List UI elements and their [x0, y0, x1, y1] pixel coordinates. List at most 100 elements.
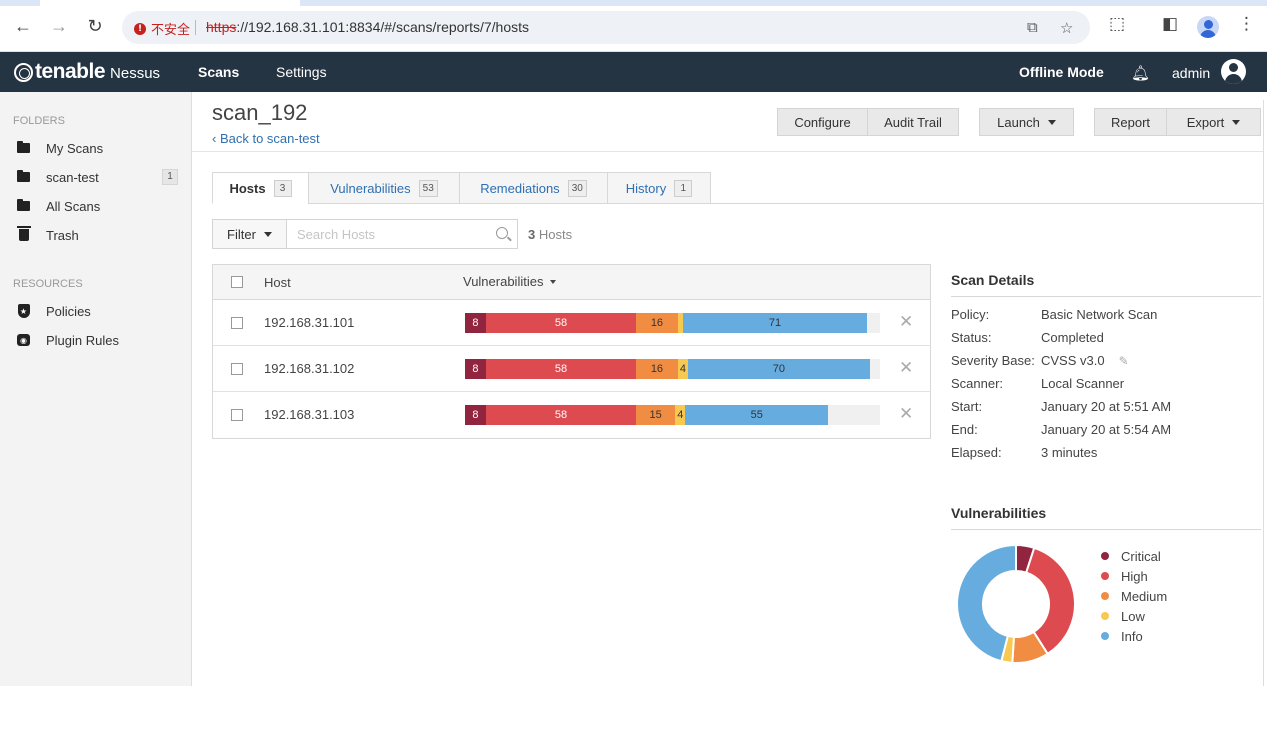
detail-key: Start: [951, 399, 983, 414]
filter-dropdown[interactable]: Filter [212, 219, 287, 249]
main-content: scan_192 ‹ Back to scan-test Configure A… [192, 92, 1267, 686]
detail-value: Completed [1041, 330, 1104, 345]
legend-item-low: Low [1101, 606, 1167, 626]
edit-pencil-icon[interactable]: ✎ [1119, 354, 1129, 368]
legend-swatch [1101, 632, 1109, 640]
info-segment[interactable]: 71 [682, 313, 868, 333]
resources-heading: RESOURCES [13, 278, 83, 290]
detail-key: Elapsed: [951, 445, 1002, 460]
detail-row: End: January 20 at 5:54 AM [951, 418, 1261, 441]
medium-segment[interactable]: 16 [636, 313, 678, 333]
sidebar-item-plugin-rules[interactable]: ◉ Plugin Rules [17, 329, 182, 351]
host-count: 3 Hosts [528, 227, 573, 242]
remove-host-icon[interactable]: ✕ [899, 358, 913, 378]
detail-row: Severity Base: CVSS v3.0 ✎ [951, 349, 1261, 372]
side-panel-icon[interactable]: ◧ [1162, 14, 1178, 34]
medium-segment[interactable]: 16 [636, 359, 678, 379]
audit-trail-button[interactable]: Audit Trail [867, 108, 959, 136]
sidebar-item-policies[interactable]: ★ Policies [17, 300, 182, 322]
configure-button[interactable]: Configure [777, 108, 868, 136]
nav-settings[interactable]: Settings [276, 64, 327, 80]
table-row[interactable]: 192.168.31.103 8 58 15 4 55 ✕ [213, 392, 930, 438]
vulnerability-bar[interactable]: 8 58 15 4 55 [465, 405, 880, 425]
warning-icon: ! [134, 22, 146, 35]
sidebar-item-scan-test[interactable]: scan-test 1 [17, 166, 182, 188]
high-segment[interactable]: 58 [485, 405, 637, 425]
legend-swatch [1101, 612, 1109, 620]
translate-icon[interactable]: ⧉ [1027, 19, 1038, 36]
user-name[interactable]: admin [1172, 65, 1210, 81]
info-segment[interactable]: 70 [688, 359, 870, 379]
detail-row: Scanner: Local Scanner [951, 372, 1261, 395]
sidebar-item-my-scans[interactable]: My Scans [17, 137, 182, 159]
profile-avatar-icon[interactable] [1197, 16, 1219, 38]
app-header: tenable Nessus Scans Settings Offline Mo… [0, 52, 1267, 92]
vulnerability-bar[interactable]: 8 58 16 71 [465, 313, 880, 333]
legend-swatch [1101, 572, 1109, 580]
back-link[interactable]: ‹ Back to scan-test [212, 131, 320, 146]
tab-hosts[interactable]: Hosts 3 [212, 172, 309, 204]
row-checkbox[interactable] [231, 317, 243, 329]
low-segment[interactable]: 4 [677, 359, 689, 379]
notifications-bell-icon[interactable]: 🔔︎ [1131, 64, 1150, 82]
info-segment[interactable]: 55 [685, 405, 829, 425]
scan-details: Scan Details Policy: Basic Network Scan St… [951, 264, 1261, 464]
detail-key: Policy: [951, 307, 990, 322]
nav-scans[interactable]: Scans [198, 64, 239, 80]
tenable-logo[interactable]: tenable Nessus [14, 60, 160, 84]
remove-host-icon[interactable]: ✕ [899, 312, 913, 332]
sort-caret-icon [550, 279, 557, 284]
host-ip[interactable]: 192.168.31.101 [264, 315, 354, 330]
report-button[interactable]: Report [1094, 108, 1167, 136]
host-ip[interactable]: 192.168.31.102 [264, 361, 354, 376]
url-text[interactable]: https://192.168.31.101:8834/#/scans/repo… [206, 19, 529, 35]
folder-icon [17, 141, 30, 155]
legend-item-medium: Medium [1101, 586, 1167, 606]
critical-segment[interactable]: 8 [465, 313, 486, 333]
tab-vulnerabilities[interactable]: Vulnerabilities 53 [308, 172, 460, 204]
row-checkbox[interactable] [231, 409, 243, 421]
high-segment[interactable]: 58 [485, 313, 637, 333]
address-bar[interactable]: ! 不安全 https://192.168.31.101:8834/#/scan… [122, 11, 1090, 44]
detail-value: January 20 at 5:51 AM [1041, 399, 1172, 414]
legend-item-info: Info [1101, 626, 1167, 646]
column-host[interactable]: Host [264, 275, 291, 290]
back-arrow-icon[interactable]: ← [11, 14, 35, 38]
extensions-icon[interactable]: ⬚ [1109, 14, 1125, 34]
forward-arrow-icon[interactable]: → [47, 14, 71, 38]
critical-segment[interactable]: 8 [465, 405, 486, 425]
detail-value: January 20 at 5:54 AM [1041, 422, 1172, 437]
export-button[interactable]: Export [1166, 108, 1261, 136]
medium-segment[interactable]: 15 [636, 405, 676, 425]
folder-count-badge: 1 [162, 169, 178, 185]
host-ip[interactable]: 192.168.31.103 [264, 407, 354, 422]
menu-kebab-icon[interactable]: ⋮ [1238, 14, 1255, 34]
search-hosts-field[interactable] [286, 219, 518, 249]
bookmark-star-icon[interactable]: ☆ [1060, 19, 1073, 37]
launch-button[interactable]: Launch [979, 108, 1074, 136]
column-vulnerabilities[interactable]: Vulnerabilities [463, 274, 557, 289]
security-indicator[interactable]: ! 不安全 [134, 19, 190, 38]
low-segment[interactable]: 4 [675, 405, 686, 425]
vulnerability-bar[interactable]: 8 58 16 4 70 [465, 359, 880, 379]
table-row[interactable]: 192.168.31.101 8 58 16 71 ✕ [213, 300, 930, 346]
remove-host-icon[interactable]: ✕ [899, 404, 913, 424]
user-avatar-icon[interactable] [1221, 59, 1246, 84]
sidebar-item-trash[interactable]: Trash [16, 224, 182, 246]
table-header: Host Vulnerabilities [213, 265, 930, 300]
search-icon[interactable] [496, 227, 508, 239]
reload-icon[interactable]: ↻ [83, 14, 107, 38]
sidebar-item-all-scans[interactable]: All Scans [17, 195, 182, 217]
select-all-checkbox[interactable] [231, 276, 243, 288]
tab-remediations[interactable]: Remediations 30 [459, 172, 608, 204]
critical-segment[interactable]: 8 [465, 359, 486, 379]
row-checkbox[interactable] [231, 363, 243, 375]
detail-key: Severity Base: [951, 353, 1035, 368]
high-segment[interactable]: 58 [485, 359, 637, 379]
tab-history[interactable]: History 1 [607, 172, 711, 204]
chevron-down-icon [263, 231, 272, 237]
search-input[interactable] [287, 220, 477, 248]
table-row[interactable]: 192.168.31.102 8 58 16 4 70 ✕ [213, 346, 930, 392]
detail-row: Start: January 20 at 5:51 AM [951, 395, 1261, 418]
trash-icon [16, 226, 31, 242]
